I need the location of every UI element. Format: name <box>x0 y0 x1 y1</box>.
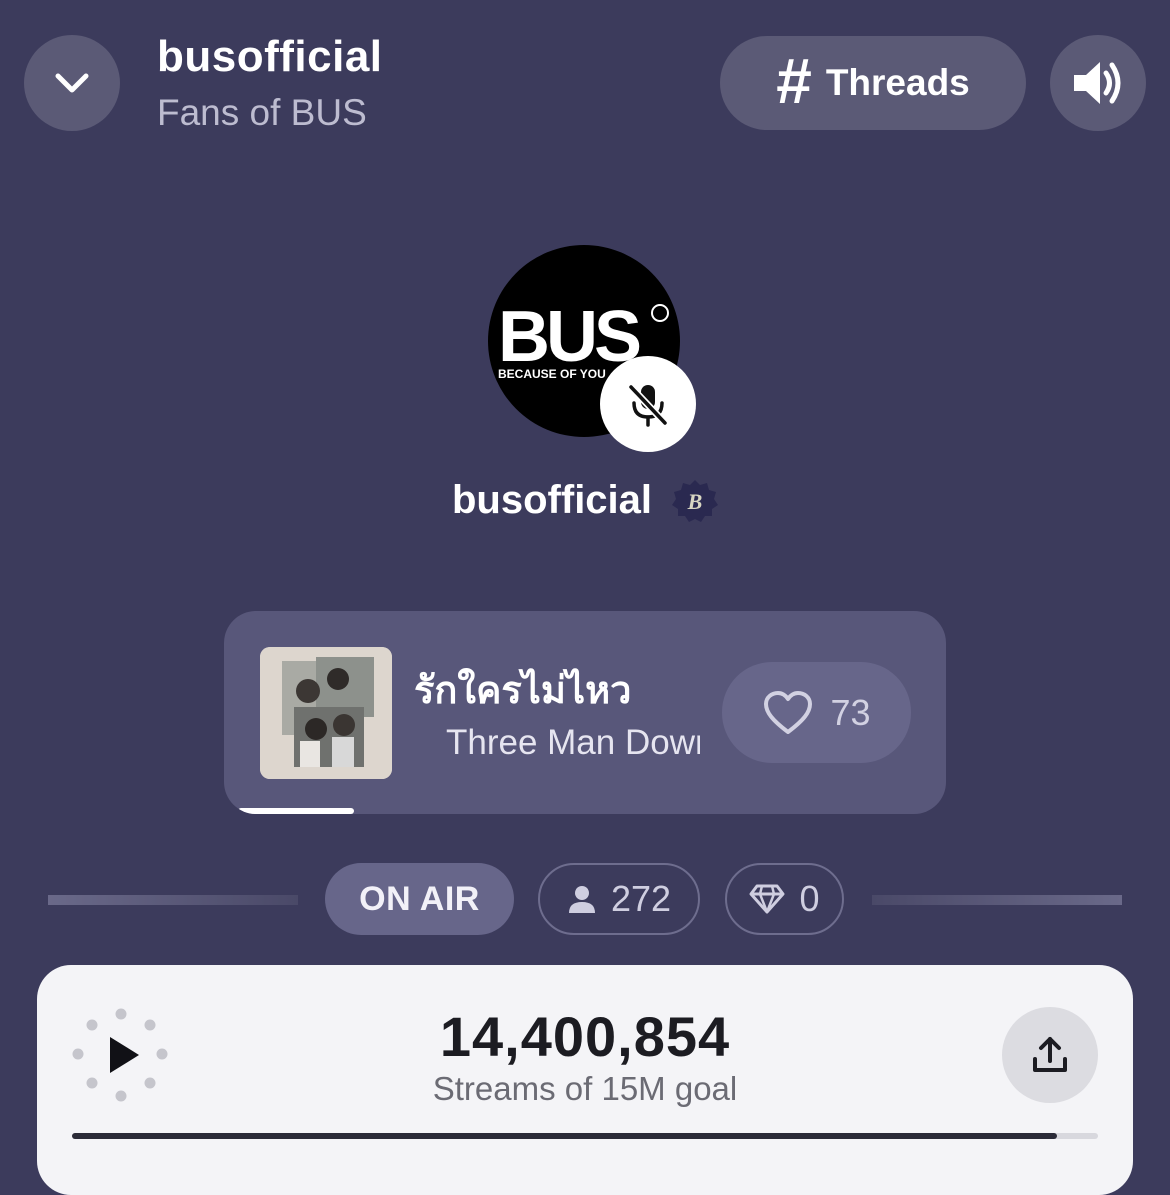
verified-badge-icon: B <box>672 480 718 522</box>
heart-icon <box>764 690 813 734</box>
track-progress-bar <box>238 808 354 814</box>
goal-progress-fill <box>72 1133 1057 1139</box>
like-count: 73 <box>830 691 871 733</box>
collapse-button[interactable] <box>24 35 120 131</box>
like-button[interactable]: 73 <box>722 662 911 763</box>
album-art <box>260 647 392 779</box>
on-air-badge: ON AIR <box>325 863 514 935</box>
now-playing-card[interactable]: รักใครไม่ไหว Three Man Down 73 <box>224 611 946 814</box>
share-icon <box>1033 1037 1067 1072</box>
diamond-icon <box>749 884 785 914</box>
badge-letter: B <box>687 489 703 514</box>
mic-muted-badge <box>600 356 696 452</box>
sound-button[interactable] <box>1050 35 1146 131</box>
room-title: busofficial <box>157 32 383 81</box>
person-icon <box>568 886 595 913</box>
gems-pill[interactable]: 0 <box>725 863 844 935</box>
listeners-pill[interactable]: 272 <box>538 863 700 935</box>
track-title: รักใครไม่ไหว <box>414 670 632 712</box>
chevron-down-icon <box>55 73 89 93</box>
speaker-icon <box>1074 62 1121 104</box>
threads-button[interactable]: # Threads <box>720 36 1026 130</box>
share-button[interactable] <box>1002 1007 1098 1103</box>
logo-tagline: BECAUSE OF YOU <box>498 367 606 381</box>
room-subtitle: Fans of BUS <box>157 92 367 133</box>
divider-right <box>872 895 1122 905</box>
mic-off-icon <box>627 383 669 427</box>
track-artist: Three Man Down <box>446 723 700 762</box>
hashtag-icon: # <box>776 45 812 117</box>
listeners-count: 272 <box>610 878 672 919</box>
gems-count: 0 <box>799 878 820 919</box>
stream-count: 14,400,854 <box>439 1005 731 1068</box>
track-artist-row: Three Man Down <box>424 721 700 765</box>
goal-progress-track <box>72 1133 1098 1139</box>
threads-label: Threads <box>825 62 970 103</box>
host-name: busofficial <box>452 478 653 522</box>
stream-goal-label: Streams of 15M goal <box>432 1070 738 1107</box>
divider-left <box>48 895 298 905</box>
